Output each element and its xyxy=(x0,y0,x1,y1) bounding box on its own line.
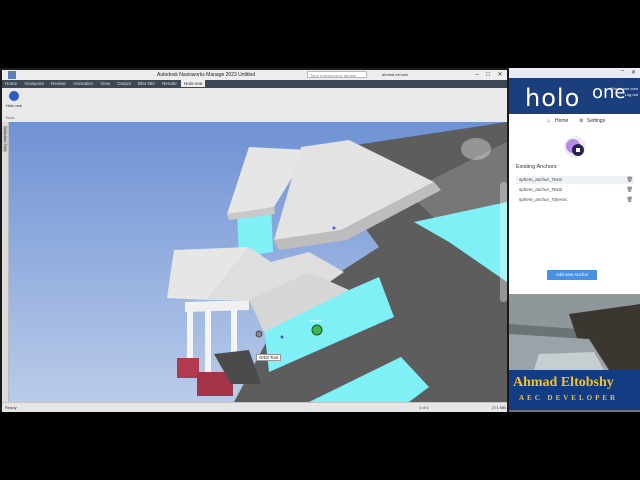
anchor-item[interactable]: sphere_anchor_Test1 🗑 xyxy=(516,176,634,184)
holo-one-icon xyxy=(9,91,19,101)
status-page: 1 of 1 xyxy=(419,405,430,410)
anchor-name: sphere_anchor_Test2 xyxy=(519,187,563,192)
holo-window-bar: – ✕ xyxy=(509,68,640,78)
holo-one-tool-label: Holo one xyxy=(5,103,22,108)
anchor-name: sphere_anchor_TyleAnc xyxy=(519,197,568,202)
holo-close-button[interactable]: ✕ xyxy=(631,69,636,76)
home-icon[interactable]: ⌂ xyxy=(547,118,550,124)
tab-bim360[interactable]: BIM 360 xyxy=(135,80,158,87)
dock-sidebar: Selection Tree xyxy=(2,122,9,402)
orbit-cursor-icon xyxy=(255,330,263,338)
window-title: Autodesk Navisworks Manage 2023 Untitled xyxy=(157,72,256,78)
close-button[interactable]: ✕ xyxy=(495,71,505,79)
sphere-app-icon xyxy=(564,136,586,158)
nav-home[interactable]: Home xyxy=(555,118,568,124)
app-logo-icon[interactable] xyxy=(8,71,16,79)
porch-column-1 xyxy=(187,310,193,360)
navigation-bar[interactable] xyxy=(500,182,507,302)
porch-beam xyxy=(185,300,249,312)
tab-holo-one[interactable]: Holo-one xyxy=(181,80,206,87)
3d-viewport[interactable]: Orbit Tool Anchor xyxy=(9,122,507,402)
anchors-heading: Existing Anchors xyxy=(516,164,557,170)
brick-base-left xyxy=(177,358,199,378)
holo-nav: ⌂ Home ⚙ Settings xyxy=(509,114,640,128)
holo-logo: holo xyxy=(525,84,581,112)
title-bar: Autodesk Navisworks Manage 2023 Untitled… xyxy=(2,70,507,80)
user-account[interactable]: ahmed.elt.holo xyxy=(382,72,408,77)
anchor-item[interactable]: sphere_anchor_Test2 🗑 xyxy=(516,186,634,194)
tab-render[interactable]: Render xyxy=(159,80,180,87)
trash-icon[interactable]: 🗑 xyxy=(627,186,633,194)
gear-icon[interactable]: ⚙ xyxy=(579,118,583,124)
holo-one-panel: – ✕ holo one @holo-one.com Log out ⌂ Hom… xyxy=(509,68,640,294)
trash-icon[interactable]: 🗑 xyxy=(627,196,633,204)
anchor-marker-icon xyxy=(311,324,323,336)
name-banner: Ahmad Eltobshy AEC DEVELOPER xyxy=(509,370,640,410)
user-email: @holo-one.com xyxy=(609,86,638,91)
orbit-tool-tooltip: Orbit Tool xyxy=(256,354,282,361)
selection-tree-tab[interactable]: Selection Tree xyxy=(2,126,8,152)
minimize-button[interactable]: – xyxy=(472,71,482,79)
logout-link[interactable]: Log out xyxy=(625,92,638,97)
tab-view[interactable]: View xyxy=(97,80,113,87)
trash-icon[interactable]: 🗑 xyxy=(627,176,633,184)
holo-minimize-button[interactable]: – xyxy=(621,68,624,74)
screen-capture: Autodesk Navisworks Manage 2023 Untitled… xyxy=(0,68,640,412)
maximize-button[interactable]: □ xyxy=(483,71,493,79)
presenter-webcam: Ahmad Eltobshy AEC DEVELOPER xyxy=(509,294,640,412)
holo-header: – ✕ holo one @holo-one.com Log out xyxy=(509,68,640,114)
search-input[interactable]: Type a keyword or phrase xyxy=(307,71,367,78)
anchor-name: sphere_anchor_Test1 xyxy=(519,177,563,182)
anchor-dot-2 xyxy=(280,335,284,339)
tab-viewpoint[interactable]: Viewpoint xyxy=(21,80,46,87)
status-ready: Ready xyxy=(5,405,17,410)
status-bar: Ready 1 of 1 271 MB xyxy=(2,402,507,412)
status-memory: 271 MB xyxy=(492,405,506,410)
tab-output[interactable]: Output xyxy=(114,80,134,87)
tab-animation[interactable]: Animation xyxy=(70,80,96,87)
ribbon-group-label: Tools xyxy=(5,115,15,120)
presenter-name: Ahmad Eltobshy xyxy=(513,375,614,390)
add-anchor-button[interactable]: Add new Anchor xyxy=(547,270,597,280)
tab-review[interactable]: Review xyxy=(48,80,69,87)
anchor-marker-label: Anchor xyxy=(309,318,322,323)
navisworks-window: Autodesk Navisworks Manage 2023 Untitled… xyxy=(2,70,507,412)
presenter-title: AEC DEVELOPER xyxy=(519,394,619,402)
anchor-dot-1 xyxy=(332,226,336,230)
porch-column-2 xyxy=(205,310,211,372)
ribbon-tabs: Home Viewpoint Review Animation View Out… xyxy=(2,80,507,88)
ribbon-panel: Holo one Tools xyxy=(2,88,507,123)
anchor-item[interactable]: sphere_anchor_TyleAnc 🗑 xyxy=(516,196,634,204)
tab-home[interactable]: Home xyxy=(2,80,20,87)
nav-settings[interactable]: Settings xyxy=(587,118,605,124)
viewcube-icon[interactable] xyxy=(461,138,491,160)
